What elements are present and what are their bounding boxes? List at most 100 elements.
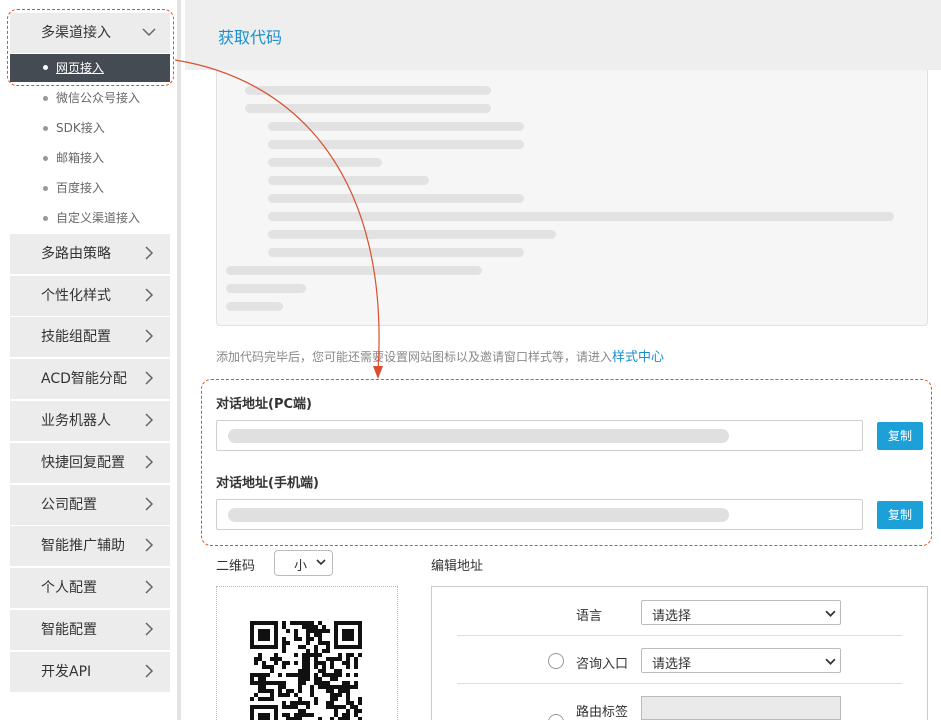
redacted-url: [228, 508, 729, 522]
qrcode-label: 二维码: [216, 559, 256, 574]
sidebar-group-acd[interactable]: ACD智能分配: [10, 359, 170, 399]
sidebar-item-label: 邮箱接入: [56, 151, 105, 165]
chevron-right-icon: [142, 413, 156, 427]
bullet-icon: [43, 126, 48, 131]
sidebar-group-api[interactable]: 开发API: [10, 652, 170, 692]
bullet-icon: [43, 96, 48, 101]
mobile-url-label: 对话地址(手机端): [216, 476, 319, 491]
chevron-down-icon: [825, 610, 836, 617]
sidebar-item-label: SDK接入: [56, 121, 105, 135]
code-line: [268, 194, 524, 203]
chevron-down-icon: [825, 658, 836, 665]
redacted-url: [228, 429, 729, 443]
copy-pc-url-button[interactable]: 复制: [877, 422, 923, 450]
chevron-right-icon: [142, 497, 156, 511]
pc-url-label: 对话地址(PC端): [216, 397, 312, 412]
chevron-right-icon: [142, 246, 156, 260]
sidebar-item-sdk[interactable]: SDK接入: [10, 116, 170, 140]
edit-address-label: 编辑地址: [431, 559, 484, 574]
hint-text: 添加代码完毕后，您可能还需要设置网站图标以及邀请窗口样式等，请进入样式中心: [216, 346, 664, 365]
sidebar-group-label: 个性化样式: [41, 288, 111, 304]
sidebar-group-label: 技能组配置: [41, 329, 111, 345]
sidebar-item-baidu[interactable]: 百度接入: [10, 176, 170, 200]
bullet-icon: [43, 65, 48, 70]
sidebar-group-style[interactable]: 个性化样式: [10, 276, 170, 316]
chevron-right-icon: [142, 622, 156, 636]
sidebar-group-label: 业务机器人: [41, 413, 111, 429]
bullet-icon: [43, 186, 48, 191]
divider: [457, 635, 902, 636]
sidebar-group-label: 个人配置: [41, 580, 97, 596]
page-header: 获取代码: [185, 0, 941, 70]
sidebar-group-promotion[interactable]: 智能推广辅助: [10, 526, 170, 566]
language-select-value: 请选择: [652, 609, 692, 624]
code-line: [226, 302, 283, 311]
sidebar: 多渠道接入 网页接入 微信公众号接入 SDK接入 邮箱接入 百度接入 自定义渠道…: [0, 0, 181, 720]
chevron-right-icon: [142, 329, 156, 343]
bullet-icon: [43, 216, 48, 221]
code-line: [268, 140, 524, 149]
code-line: [245, 104, 491, 113]
sidebar-group-company[interactable]: 公司配置: [10, 485, 170, 525]
qrcode-image: [250, 621, 362, 720]
sidebar-group-multichannel[interactable]: 多渠道接入: [10, 13, 170, 53]
entry-select[interactable]: 请选择: [641, 648, 841, 673]
route-tag-label: 路由标签: [576, 705, 629, 720]
hint-message: 添加代码完毕后，您可能还需要设置网站图标以及邀请窗口样式等，请进入: [216, 350, 613, 364]
sidebar-group-label: 多渠道接入: [41, 25, 111, 41]
sidebar-group-label: 多路由策略: [41, 246, 111, 262]
mobile-url-field[interactable]: [216, 499, 863, 530]
qrcode-box: [216, 586, 398, 720]
sidebar-group-routing[interactable]: 多路由策略: [10, 234, 170, 274]
language-label: 语言: [576, 609, 603, 624]
app-window: 多渠道接入 网页接入 微信公众号接入 SDK接入 邮箱接入 百度接入 自定义渠道…: [0, 0, 941, 720]
code-snippet-box[interactable]: [216, 70, 928, 326]
code-line: [268, 158, 382, 167]
chevron-right-icon: [142, 371, 156, 385]
sidebar-group-label: 智能推广辅助: [41, 538, 125, 554]
style-center-link[interactable]: 样式中心: [612, 350, 664, 365]
code-line: [268, 248, 524, 257]
chevron-right-icon: [142, 664, 156, 678]
sidebar-item-label: 百度接入: [56, 181, 105, 195]
sidebar-group-personal[interactable]: 个人配置: [10, 568, 170, 608]
entry-label: 咨询入口: [576, 657, 629, 672]
language-select[interactable]: 请选择: [641, 600, 841, 625]
copy-mobile-url-button[interactable]: 复制: [877, 501, 923, 529]
sidebar-group-label: ACD智能分配: [41, 371, 127, 387]
sidebar-item-wechat[interactable]: 微信公众号接入: [10, 86, 170, 110]
sidebar-item-label: 微信公众号接入: [56, 91, 141, 105]
code-line: [226, 284, 306, 293]
sidebar-group-label: 快捷回复配置: [41, 455, 125, 471]
bullet-icon: [43, 156, 48, 161]
pc-url-field[interactable]: [216, 420, 863, 451]
code-line: [226, 266, 482, 275]
code-line: [268, 212, 894, 221]
chevron-right-icon: [142, 580, 156, 594]
sidebar-item-web-access[interactable]: 网页接入: [10, 54, 170, 82]
sidebar-item-email[interactable]: 邮箱接入: [10, 146, 170, 170]
sidebar-item-label: 网页接入: [56, 61, 105, 75]
sidebar-group-skill[interactable]: 技能组配置: [10, 317, 170, 357]
qrcode-size-value: 小: [294, 559, 308, 574]
page-title: 获取代码: [218, 28, 283, 47]
qrcode-size-select[interactable]: 小: [274, 550, 333, 576]
sidebar-group-smart[interactable]: 智能配置: [10, 610, 170, 650]
route-tag-input[interactable]: [641, 696, 841, 720]
sidebar-item-custom-channel[interactable]: 自定义渠道接入: [10, 206, 170, 230]
sidebar-group-robot[interactable]: 业务机器人: [10, 401, 170, 441]
sidebar-item-label: 自定义渠道接入: [56, 211, 141, 225]
divider: [457, 683, 902, 684]
code-line: [268, 176, 429, 185]
code-line: [268, 122, 524, 131]
code-line: [268, 230, 556, 239]
code-line: [245, 86, 491, 95]
sidebar-group-quick-reply[interactable]: 快捷回复配置: [10, 443, 170, 483]
sidebar-group-label: 开发API: [41, 664, 92, 680]
chevron-right-icon: [142, 538, 156, 552]
chevron-right-icon: [142, 455, 156, 469]
entry-radio[interactable]: [548, 653, 564, 669]
chevron-down-icon: [142, 25, 156, 39]
chevron-right-icon: [142, 288, 156, 302]
sidebar-group-label: 智能配置: [41, 622, 97, 638]
